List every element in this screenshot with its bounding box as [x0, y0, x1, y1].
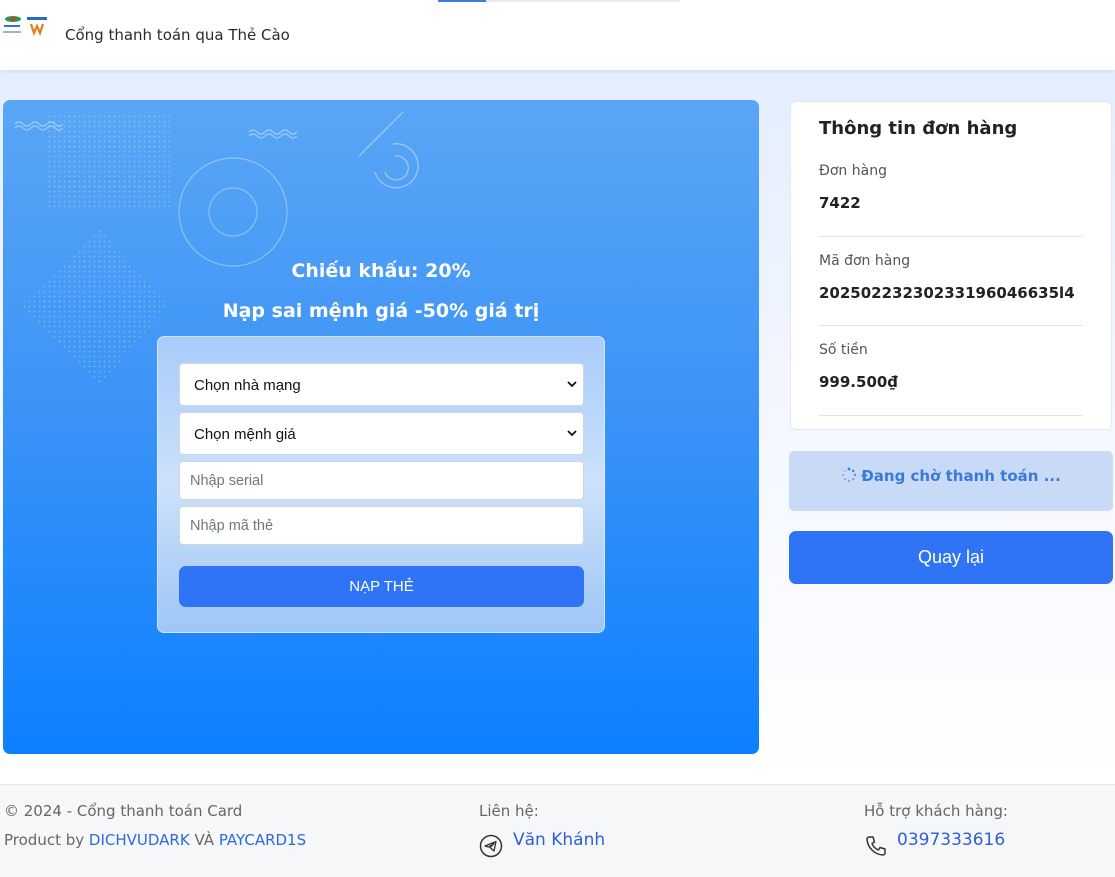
- value-select-value: Chọn mệnh giá: [194, 426, 296, 443]
- telegram-icon: [479, 834, 503, 858]
- order-info-title: Thông tin đơn hàng: [819, 118, 1018, 139]
- and-text: VÀ: [194, 831, 215, 849]
- serial-input-placeholder: Nhập serial: [190, 473, 264, 489]
- chevron-down-icon: [567, 381, 577, 388]
- order-code-label: Mã đơn hàng: [819, 253, 911, 269]
- divider: [819, 236, 1083, 237]
- dichvudark-link[interactable]: DICHVUDARK: [89, 831, 190, 849]
- spinner-icon: [842, 467, 857, 483]
- value-select[interactable]: Chọn mệnh giá: [179, 412, 584, 455]
- serial-input[interactable]: Nhập serial: [179, 461, 584, 500]
- order-number-label: Đơn hàng: [819, 163, 887, 179]
- wrong-value-warning: Nạp sai mệnh giá -50% giá trị: [222, 300, 540, 322]
- paycard1s-link[interactable]: PAYCARD1S: [219, 831, 306, 849]
- divider: [819, 415, 1083, 416]
- payment-status: Đang chờ thanh toán ...: [789, 467, 1113, 485]
- card-code-input-placeholder: Nhập mã thẻ: [190, 518, 274, 534]
- phone-icon: [866, 836, 886, 856]
- contact-name-link[interactable]: Văn Khánh: [513, 830, 605, 850]
- card-code-input[interactable]: Nhập mã thẻ: [179, 506, 584, 545]
- discount-text: Chiếu khấu: 20%: [291, 260, 471, 282]
- header: Cổng thanh toán qua Thẻ Cào: [0, 0, 1115, 70]
- site-title: Cổng thanh toán qua Thẻ Cào: [65, 26, 290, 44]
- payment-status-box: Đang chờ thanh toán ...: [789, 451, 1113, 511]
- chevron-down-icon: [567, 430, 577, 437]
- product-by-line: Product by DICHVUDARK VÀ PAYCARD1S: [4, 831, 306, 849]
- amount-value: 999.500₫: [819, 373, 898, 391]
- topup-form: Chọn nhà mạng Chọn mệnh giá Nhập serial …: [157, 336, 605, 633]
- footer: © 2024 - Cổng thanh toán Card Product by…: [0, 784, 1115, 877]
- carrier-logo-icon[interactable]: [2, 14, 50, 38]
- copyright-text: © 2024 - Cổng thanh toán Card: [4, 802, 243, 820]
- support-phone-link[interactable]: 0397333616: [897, 830, 1005, 850]
- divider: [819, 325, 1083, 326]
- top-loading-bar: [438, 0, 680, 2]
- contact-label: Liên hệ:: [479, 802, 539, 820]
- back-button[interactable]: Quay lại: [789, 531, 1113, 584]
- payment-status-text: Đang chờ thanh toán ...: [861, 467, 1061, 485]
- product-by-label: Product by: [4, 831, 85, 849]
- support-label: Hỗ trợ khách hàng:: [864, 802, 1008, 820]
- submit-topup-button[interactable]: NẠP THẺ: [179, 566, 584, 607]
- carrier-select[interactable]: Chọn nhà mạng: [179, 363, 584, 406]
- order-code-value: 20250223230233196046635l4: [819, 284, 1075, 302]
- amount-label: Số tiền: [819, 342, 868, 358]
- order-info-card: Thông tin đơn hàng Đơn hàng 7422 Mã đơn …: [790, 101, 1112, 430]
- order-number-value: 7422: [819, 194, 861, 212]
- carrier-select-value: Chọn nhà mạng: [194, 377, 301, 394]
